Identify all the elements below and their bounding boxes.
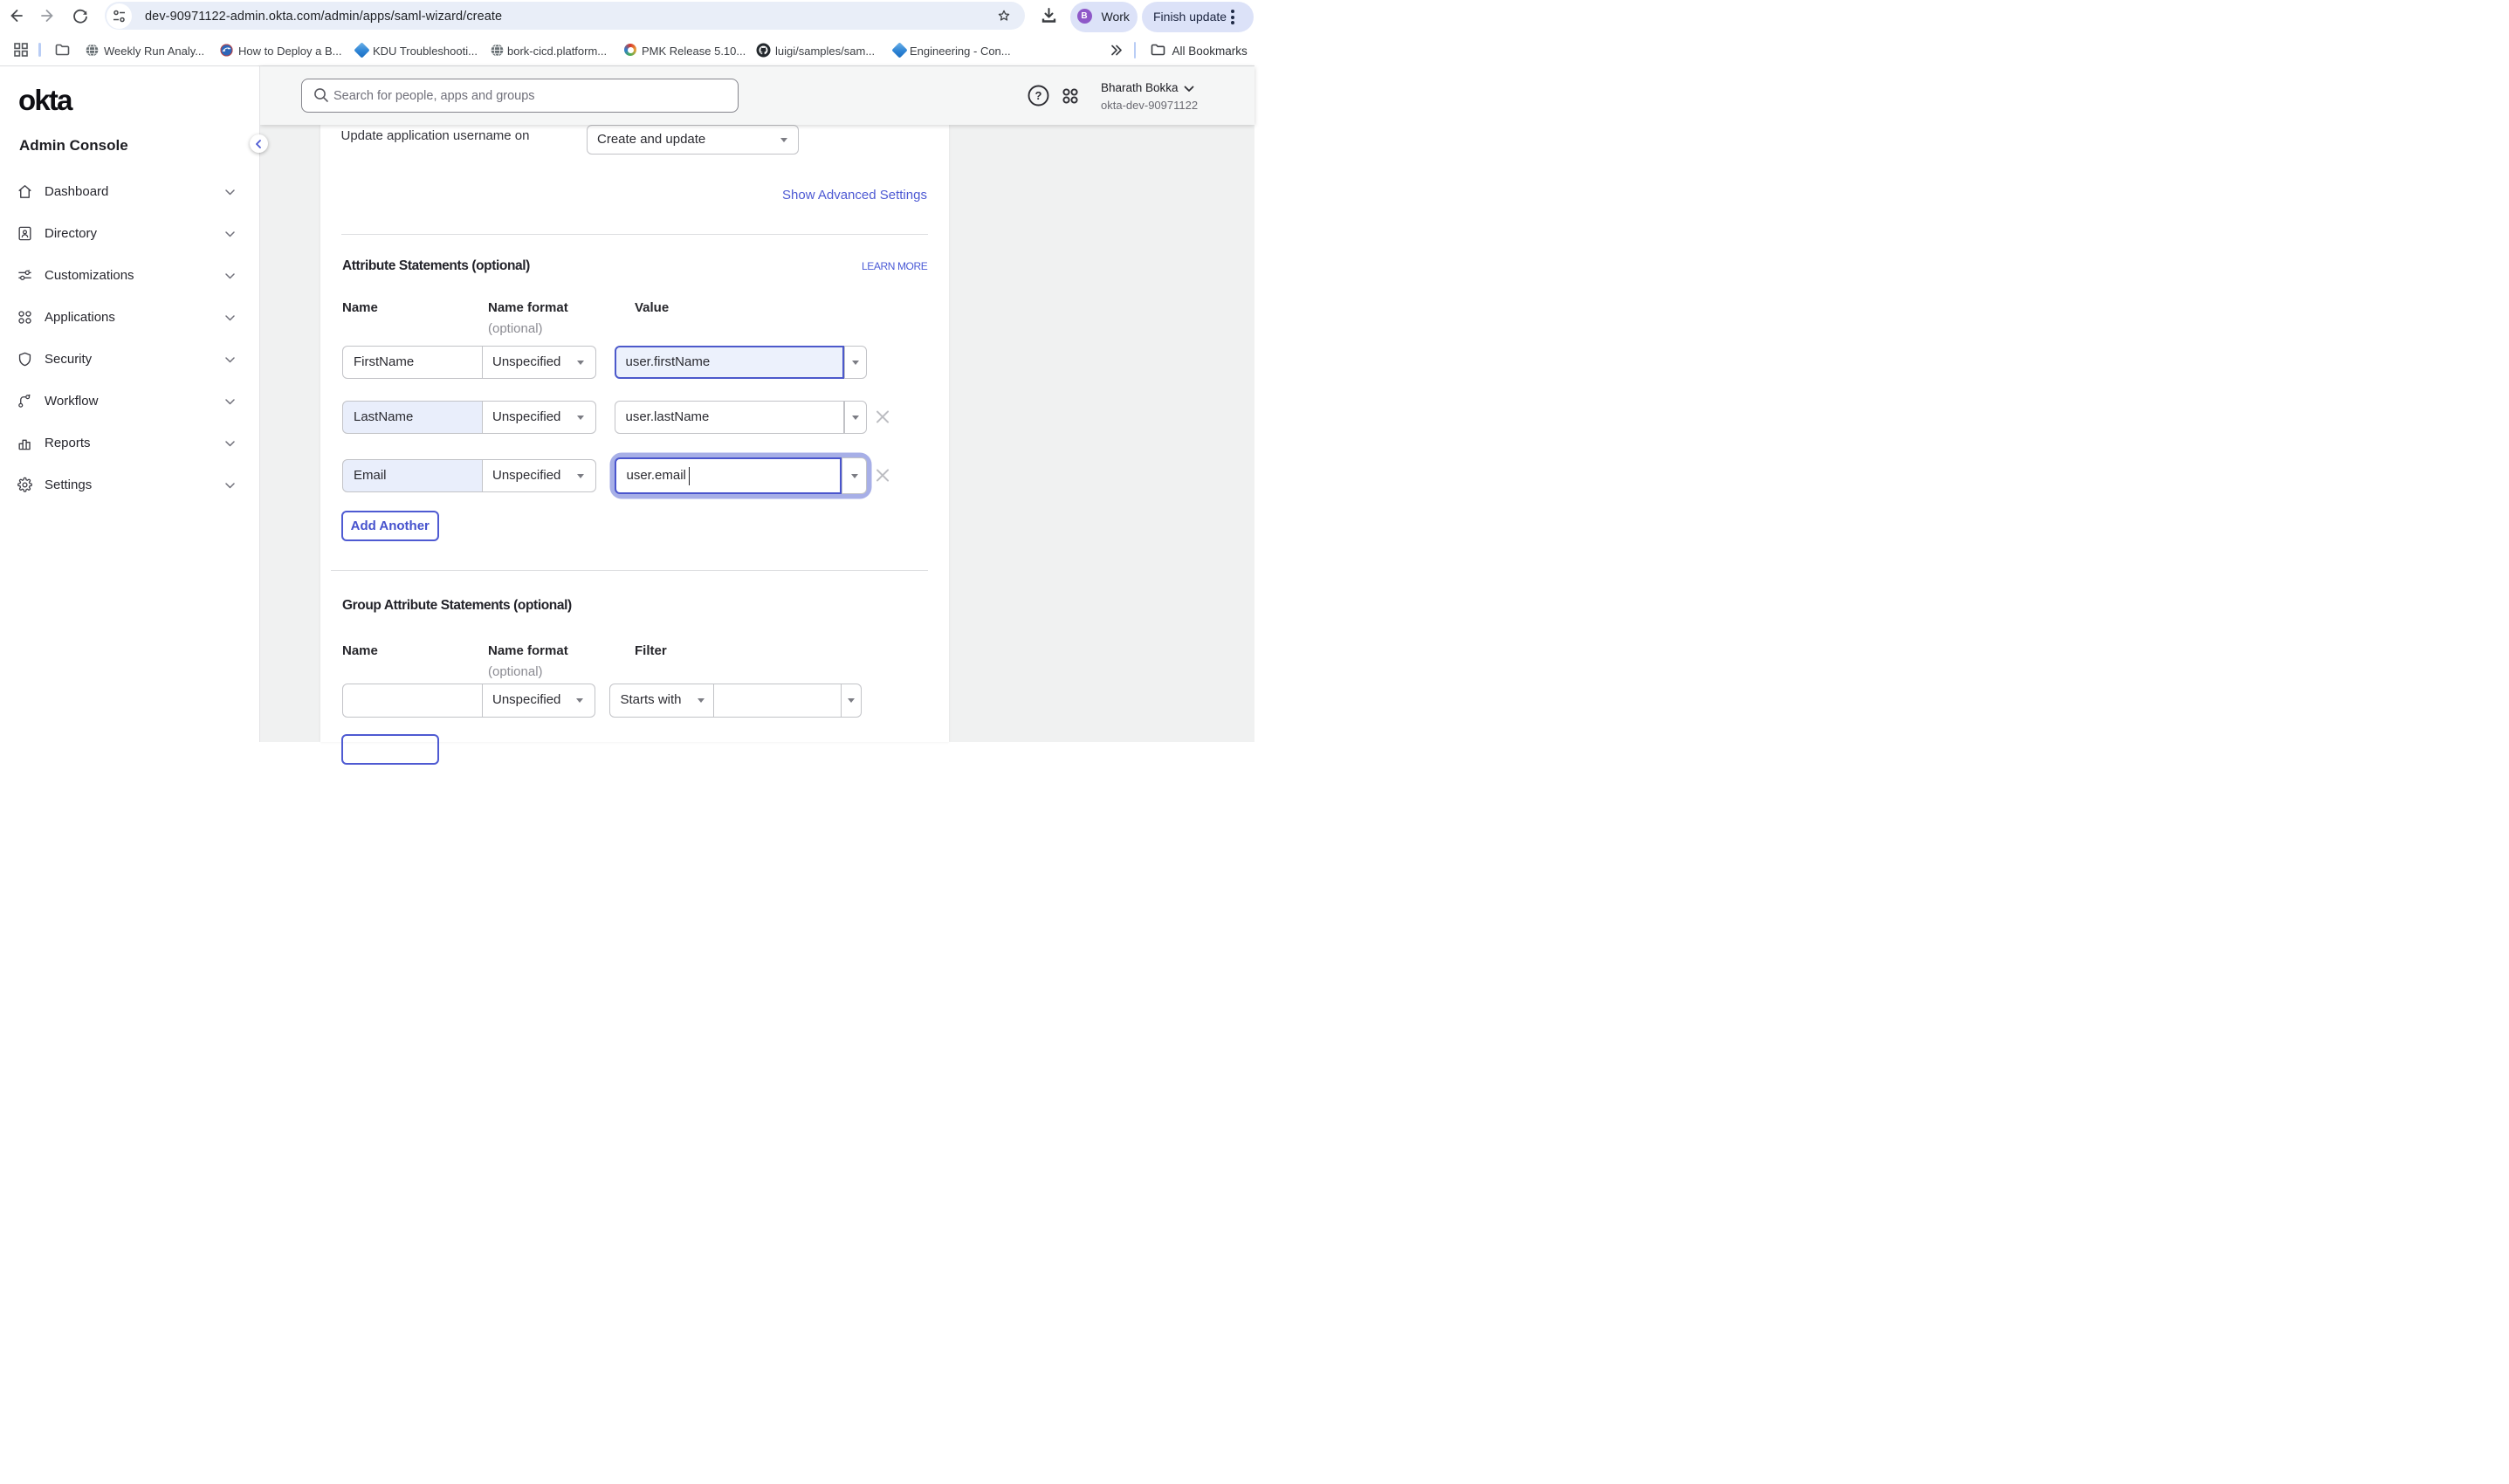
svg-text:?: ? [1035, 89, 1042, 102]
